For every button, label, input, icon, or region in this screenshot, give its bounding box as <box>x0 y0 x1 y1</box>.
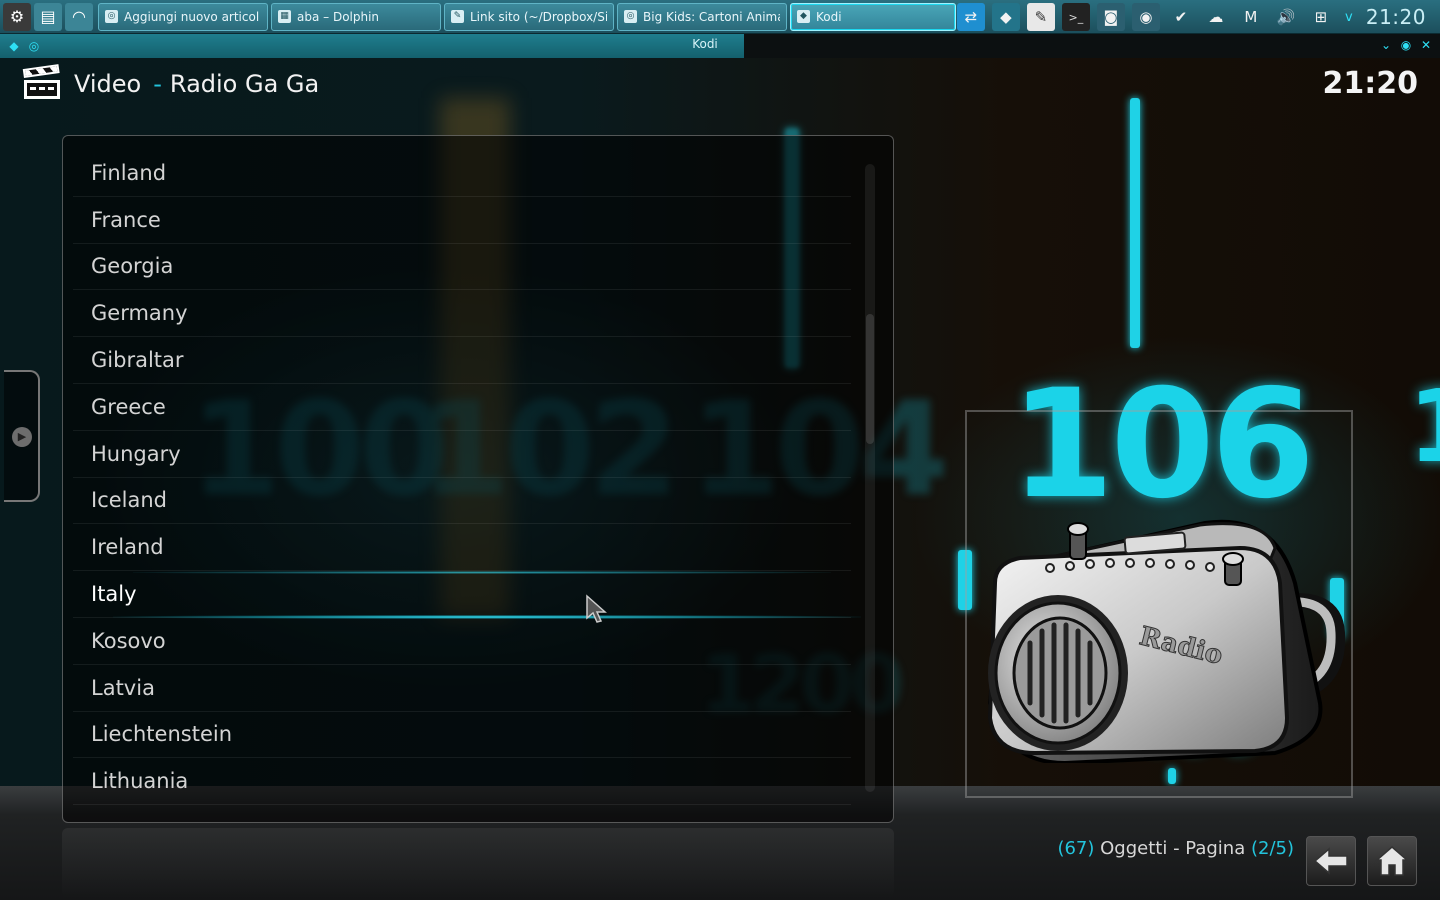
list-item[interactable]: Germany <box>73 290 851 338</box>
panel-reflection <box>62 828 894 898</box>
notes-icon[interactable]: ✎ <box>1026 3 1055 31</box>
system-clock[interactable]: 21:20 <box>1366 5 1426 29</box>
teamviewer-icon[interactable]: ⇄ <box>956 3 985 31</box>
page-paren-open: ( <box>1250 838 1258 859</box>
browser-task-icon: ◎ <box>624 10 637 23</box>
radio-icon: Radio <box>987 519 1345 763</box>
list-item[interactable]: Georgia <box>73 244 851 291</box>
section-title: Video <box>74 70 142 98</box>
desktop-icon[interactable]: ▤ <box>34 2 62 31</box>
header: Video - Radio Ga Ga <box>22 64 320 102</box>
maximize-icon[interactable]: ◉ <box>1398 37 1414 53</box>
page-title: Radio Ga Ga <box>169 70 320 98</box>
back-button[interactable] <box>1306 836 1356 886</box>
window-right-controls: ⌄ ◉ ✕ <box>1376 37 1436 53</box>
footer-info: (67) Oggetti - Pagina (2/5) <box>1057 838 1294 859</box>
chevron-right-icon: ▶ <box>12 427 32 447</box>
list-item[interactable]: Gibraltar <box>73 337 851 384</box>
task-label: Aggiungi nuovo articol <box>124 9 260 24</box>
list-item[interactable]: Lithuania <box>73 758 851 806</box>
minimize-icon[interactable]: ⌄ <box>1378 37 1394 53</box>
mail-icon[interactable]: M <box>1237 3 1265 31</box>
task-label: Link sito (~/Dropbox/Si <box>470 9 607 24</box>
terminal-icon[interactable]: >_ <box>1061 3 1090 31</box>
tray-icon-group: ⇄ ◆ ✎ >_ ◙ ◉ ✔ ☁ M 🔊 ⊞ v <box>950 3 1356 31</box>
back-arrow-icon <box>1313 847 1348 875</box>
list-panel: Finland France Georgia Germany Gibraltar Gree… <box>62 135 894 823</box>
kodi-clock: 21:20 <box>1322 66 1419 101</box>
list-item[interactable]: Iceland <box>73 478 851 525</box>
home-icon <box>1375 846 1409 876</box>
kde-launcher-icon[interactable]: ⚙ <box>3 2 31 31</box>
title-separator: - <box>153 70 162 98</box>
task-label: aba – Dolphin <box>297 9 380 24</box>
scrollbar-thumb[interactable] <box>866 314 874 444</box>
launcher-group: ⚙ ▤ ◠ <box>0 2 96 31</box>
kodi-window: 100 102 104 1200 106 1400 1 Video - Radi… <box>0 58 1440 900</box>
network-icon[interactable]: ⊞ <box>1307 3 1335 31</box>
scrollbar[interactable] <box>865 164 875 792</box>
list-item[interactable]: Liechtenstein <box>73 712 851 759</box>
list-item-focused[interactable]: Italy <box>73 571 861 619</box>
item-count: 67 <box>1064 838 1088 859</box>
mouse-cursor-icon <box>586 594 607 623</box>
expand-tray-icon[interactable]: v <box>1342 3 1356 31</box>
list-item[interactable]: Hungary <box>73 431 851 478</box>
screenshot-icon[interactable]: ◙ <box>1096 3 1125 31</box>
kodi-task-icon: ◆ <box>797 10 810 23</box>
side-menu-tab[interactable]: ▶ <box>4 370 40 502</box>
page-indicator: 2/5 <box>1258 838 1287 859</box>
country-list: Finland France Georgia Germany Gibraltar Gree… <box>73 150 861 806</box>
task-label: Big Kids: Cartoni Anima <box>643 9 780 24</box>
dial-numeral-partial: 1 <box>1408 368 1440 485</box>
list-item[interactable]: Ireland <box>73 524 851 572</box>
close-icon[interactable]: ✕ <box>1418 37 1434 53</box>
objects-label: Oggetti - Pagina <box>1094 838 1251 859</box>
weather-icon[interactable]: ☁ <box>1202 3 1230 31</box>
task-button[interactable]: ◆ Kodi <box>790 2 956 31</box>
system-taskbar: ⚙ ▤ ◠ ◎ Aggiungi nuovo articol ▦ aba – Dolphi… <box>0 0 1440 34</box>
shield-icon[interactable]: ✔ <box>1167 3 1195 31</box>
task-button[interactable]: ◎ Big Kids: Cartoni Anima <box>617 2 787 31</box>
browser-task-icon: ◎ <box>105 10 118 23</box>
list-item[interactable]: Kosovo <box>73 618 851 665</box>
task-label: Kodi <box>816 9 842 24</box>
editor-task-icon: ✎ <box>451 10 464 23</box>
home-button[interactable] <box>1367 836 1417 886</box>
volume-icon[interactable]: 🔊 <box>1272 3 1300 31</box>
dolphin-icon[interactable]: ◠ <box>65 2 93 31</box>
dolphin-task-icon: ▦ <box>278 10 291 23</box>
kodi-tray-icon[interactable]: ◆ <box>991 3 1020 31</box>
system-tray: ⇄ ◆ ✎ >_ ◙ ◉ ✔ ☁ M 🔊 ⊞ v 21:20 <box>950 0 1440 34</box>
window-titlebar[interactable]: ◆ ◎ Kodi ⌄ ◉ ✕ <box>0 34 1440 58</box>
task-button[interactable]: ▦ aba – Dolphin <box>271 2 441 31</box>
window-title: Kodi <box>692 37 718 51</box>
list-item[interactable]: Greece <box>73 384 851 431</box>
task-list: ◎ Aggiungi nuovo articol ▦ aba – Dolphin ✎ Li… <box>98 2 959 31</box>
list-item[interactable]: Latvia <box>73 665 851 712</box>
page-paren-close: ) <box>1286 838 1294 859</box>
list-item[interactable]: Finland <box>73 150 851 197</box>
task-button[interactable]: ◎ Aggiungi nuovo articol <box>98 2 268 31</box>
task-button[interactable]: ✎ Link sito (~/Dropbox/Si <box>444 2 614 31</box>
eye-icon[interactable]: ◉ <box>1131 3 1160 31</box>
list-item[interactable]: France <box>73 197 851 244</box>
video-clapper-icon <box>22 64 60 99</box>
dial-tick <box>1130 98 1140 348</box>
